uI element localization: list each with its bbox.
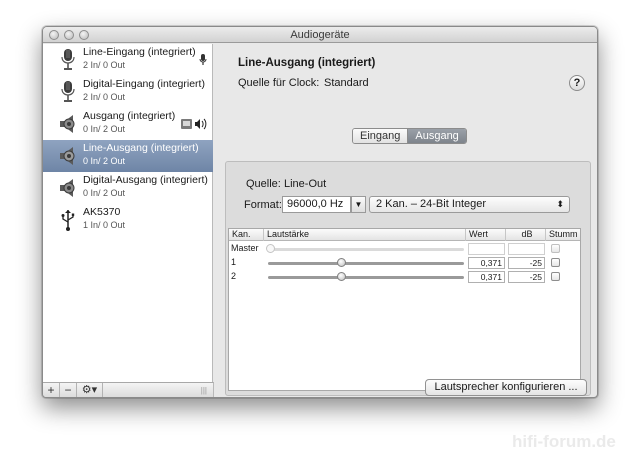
device-name: AK5370	[83, 206, 121, 218]
add-device-button[interactable]: +	[43, 383, 60, 397]
column-header-db[interactable]: dB	[506, 229, 546, 241]
column-header-lautstaerke[interactable]: Lautstärke	[264, 229, 466, 241]
bit-format-value: 2 Kan. – 24-Bit Integer	[376, 198, 487, 210]
device-list: Line-Eingang (integriert) 2 In/ 0 Out Di…	[43, 44, 213, 382]
remove-device-button[interactable]: −	[60, 383, 77, 397]
mute-checkbox-2[interactable]	[551, 272, 560, 281]
updown-arrows-icon: ⬍	[556, 199, 564, 209]
device-detail-panel: Line-Ausgang (integriert) Quelle für Clo…	[214, 44, 597, 397]
output-settings-group: Quelle: Line-Out Format: 96000,0 Hz ▼ 2 …	[225, 161, 591, 396]
bit-format-select[interactable]: 2 Kan. – 24-Bit Integer ⬍	[369, 196, 570, 213]
mic-input-indicator-icon	[199, 54, 207, 65]
device-item-digital-ausgang[interactable]: Digital-Ausgang (integriert) 0 In/ 2 Out	[43, 172, 213, 204]
configure-speakers-button[interactable]: Lautsprecher konfigurieren ...	[425, 379, 587, 396]
watermark-text: hifi-forum.de	[512, 432, 616, 451]
window-title: Audiogeräte	[290, 29, 350, 41]
value-field[interactable]: 0,371	[468, 271, 505, 283]
title-bar[interactable]: Audiogeräte	[43, 27, 597, 43]
device-item-digital-eingang[interactable]: Digital-Eingang (integriert) 2 In/ 0 Out	[43, 76, 213, 108]
help-button[interactable]: ?	[569, 75, 585, 91]
volume-slider-1[interactable]	[268, 262, 464, 265]
clock-source-label: Quelle für Clock:	[238, 77, 320, 89]
column-header-wert[interactable]: Wert	[466, 229, 506, 241]
db-field[interactable]: -25	[508, 257, 545, 269]
device-item-ausgang[interactable]: Ausgang (integriert) 0 In/ 2 Out	[43, 108, 213, 140]
column-header-kan[interactable]: Kan.	[229, 229, 264, 241]
usb-icon	[61, 210, 75, 231]
tab-ausgang[interactable]: Ausgang	[408, 129, 466, 143]
sample-rate-combo[interactable]: 96000,0 Hz	[282, 196, 351, 213]
device-name: Digital-Eingang (integriert)	[83, 78, 205, 90]
input-output-tabs: Eingang Ausgang	[352, 128, 467, 144]
device-io: 0 In/ 2 Out	[83, 124, 126, 134]
device-item-ak5370[interactable]: AK5370 1 In/ 0 Out	[43, 204, 213, 236]
device-list-toolbar: + − ⚙▾ |||	[43, 382, 214, 397]
device-item-line-ausgang[interactable]: Line-Ausgang (integriert) 0 In/ 2 Out	[43, 140, 213, 172]
value-field[interactable]: 0,371	[468, 257, 505, 269]
microphone-icon	[61, 49, 75, 70]
db-field	[508, 243, 545, 255]
slider-knob[interactable]	[337, 258, 346, 267]
tab-eingang[interactable]: Eingang	[353, 129, 409, 143]
speaker-icon	[60, 179, 75, 197]
microphone-icon	[61, 81, 75, 102]
device-io: 0 In/ 2 Out	[83, 156, 126, 166]
device-name: Line-Eingang (integriert)	[83, 46, 196, 58]
sample-rate-dropdown-icon[interactable]: ▼	[351, 196, 366, 213]
device-io: 1 In/ 0 Out	[83, 220, 126, 230]
channel-volume-table: Kan. Lautstärke Wert dB Stumm Master 1 0…	[228, 228, 581, 391]
device-io: 2 In/ 0 Out	[83, 60, 126, 70]
source-label: Quelle:	[246, 178, 281, 190]
table-header: Kan. Lautstärke Wert dB Stumm	[229, 229, 580, 241]
slider-knob[interactable]	[337, 272, 346, 281]
gear-menu-button[interactable]: ⚙▾	[77, 383, 103, 397]
speaker-icon	[60, 115, 75, 133]
mute-checkbox-1[interactable]	[551, 258, 560, 267]
device-name: Ausgang (integriert)	[83, 110, 176, 122]
mute-checkbox-master	[551, 244, 560, 253]
device-name: Digital-Ausgang (integriert)	[83, 174, 208, 186]
volume-slider-master	[268, 248, 464, 251]
finder-speaker-default-icons	[181, 118, 207, 130]
channel-label: 2	[231, 271, 237, 281]
slider-knob	[266, 244, 275, 253]
channel-label: 1	[231, 257, 237, 267]
db-field[interactable]: -25	[508, 271, 545, 283]
format-label: Format:	[244, 199, 282, 211]
volume-slider-2[interactable]	[268, 276, 464, 279]
value-field	[468, 243, 505, 255]
source-value: Line-Out	[284, 178, 327, 190]
resize-grip-icon[interactable]: |||	[201, 386, 207, 395]
clock-source-value[interactable]: Standard	[324, 77, 369, 89]
audio-devices-window: Audiogeräte Line-Eingang (integriert) 2 …	[42, 26, 598, 398]
device-name: Line-Ausgang (integriert)	[83, 142, 199, 154]
speaker-icon	[60, 147, 75, 165]
device-title: Line-Ausgang (integriert)	[238, 57, 376, 69]
device-item-line-eingang[interactable]: Line-Eingang (integriert) 2 In/ 0 Out	[43, 44, 213, 76]
device-io: 2 In/ 0 Out	[83, 92, 126, 102]
column-header-stumm[interactable]: Stumm	[546, 229, 581, 241]
device-io: 0 In/ 2 Out	[83, 188, 126, 198]
channel-label: Master	[231, 243, 259, 253]
